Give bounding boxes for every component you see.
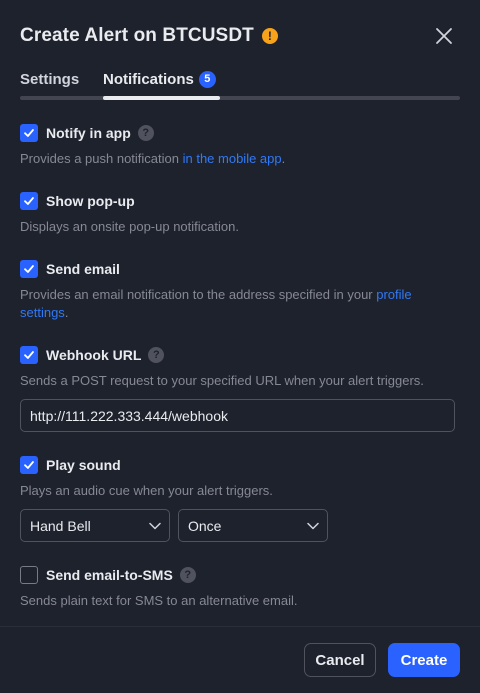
show-popup-description: Displays an onsite pop-up notification.: [20, 219, 239, 234]
webhook-description: Sends a POST request to your specified U…: [20, 373, 424, 388]
cancel-button[interactable]: Cancel: [304, 643, 376, 677]
description-text: Provides an email notification to the ad…: [20, 287, 377, 302]
notify-in-app-checkbox[interactable]: [20, 124, 38, 142]
play-sound-checkbox[interactable]: [20, 456, 38, 474]
mobile-app-link[interactable]: in the mobile app: [183, 151, 282, 166]
tab-track: [20, 96, 460, 100]
notifications-count-badge: 5: [198, 70, 216, 88]
help-icon[interactable]: ?: [137, 125, 154, 141]
chevron-down-icon: [307, 522, 319, 529]
create-button[interactable]: Create: [388, 643, 460, 677]
webhook-option: Webhook URL ? Sends a POST request to yo…: [20, 345, 460, 390]
description-text: Provides a push notification: [20, 151, 183, 166]
tab-bar: Settings Notifications 5: [20, 68, 460, 100]
sound-select[interactable]: Hand Bell: [20, 509, 170, 542]
email-to-sms-checkbox[interactable]: [20, 566, 38, 584]
check-icon: [24, 197, 34, 205]
check-icon: [24, 351, 34, 359]
play-sound-description: Plays an audio cue when your alert trigg…: [20, 483, 273, 498]
frequency-select-value: Once: [188, 517, 222, 534]
help-icon[interactable]: ?: [179, 567, 196, 583]
notify-in-app-description: Provides a push notification in the mobi…: [20, 150, 460, 168]
send-email-option: Send email Provides an email notificatio…: [20, 259, 460, 322]
show-popup-label: Show pop-up: [46, 193, 135, 209]
tab-notifications-label: Notifications: [103, 70, 194, 88]
help-icon[interactable]: ?: [148, 347, 165, 363]
send-email-checkbox[interactable]: [20, 260, 38, 278]
webhook-label: Webhook URL: [46, 347, 142, 363]
close-button[interactable]: [432, 24, 456, 48]
active-tab-indicator: [103, 96, 220, 100]
tab-settings[interactable]: Settings: [20, 68, 79, 90]
dialog-title: Create Alert on BTCUSDT: [20, 25, 254, 46]
show-popup-option: Show pop-up Displays an onsite pop-up no…: [20, 191, 460, 236]
dialog-header: Create Alert on BTCUSDT !: [20, 22, 460, 50]
check-icon: [24, 461, 34, 469]
play-sound-label: Play sound: [46, 457, 121, 473]
play-sound-option: Play sound Plays an audio cue when your …: [20, 455, 460, 500]
tab-settings-label: Settings: [20, 70, 80, 88]
webhook-checkbox[interactable]: [20, 346, 38, 364]
send-email-description: Provides an email notification to the ad…: [20, 286, 460, 322]
notify-in-app-option: Notify in app ? Provides a push notifica…: [20, 123, 460, 168]
warning-icon[interactable]: !: [261, 28, 278, 44]
check-icon: [24, 265, 34, 273]
create-alert-dialog: Create Alert on BTCUSDT ! Settings Notif…: [0, 0, 480, 693]
email-to-sms-label: Send email-to-SMS: [46, 567, 173, 583]
email-to-sms-description: Sends plain text for SMS to an alternati…: [20, 593, 298, 608]
webhook-url-input[interactable]: [20, 399, 455, 432]
show-popup-checkbox[interactable]: [20, 192, 38, 210]
description-text: .: [64, 305, 69, 320]
tab-notifications[interactable]: Notifications 5: [103, 68, 216, 90]
notify-in-app-label: Notify in app: [46, 125, 131, 141]
sound-select-value: Hand Bell: [30, 517, 91, 534]
footer-divider: [0, 626, 480, 627]
frequency-select[interactable]: Once: [178, 509, 328, 542]
send-email-label: Send email: [46, 261, 120, 277]
chevron-down-icon: [149, 522, 161, 529]
email-to-sms-option: Send email-to-SMS ? Sends plain text for…: [20, 565, 460, 610]
check-icon: [24, 129, 34, 137]
close-icon: [436, 28, 452, 44]
description-text: .: [281, 151, 286, 166]
